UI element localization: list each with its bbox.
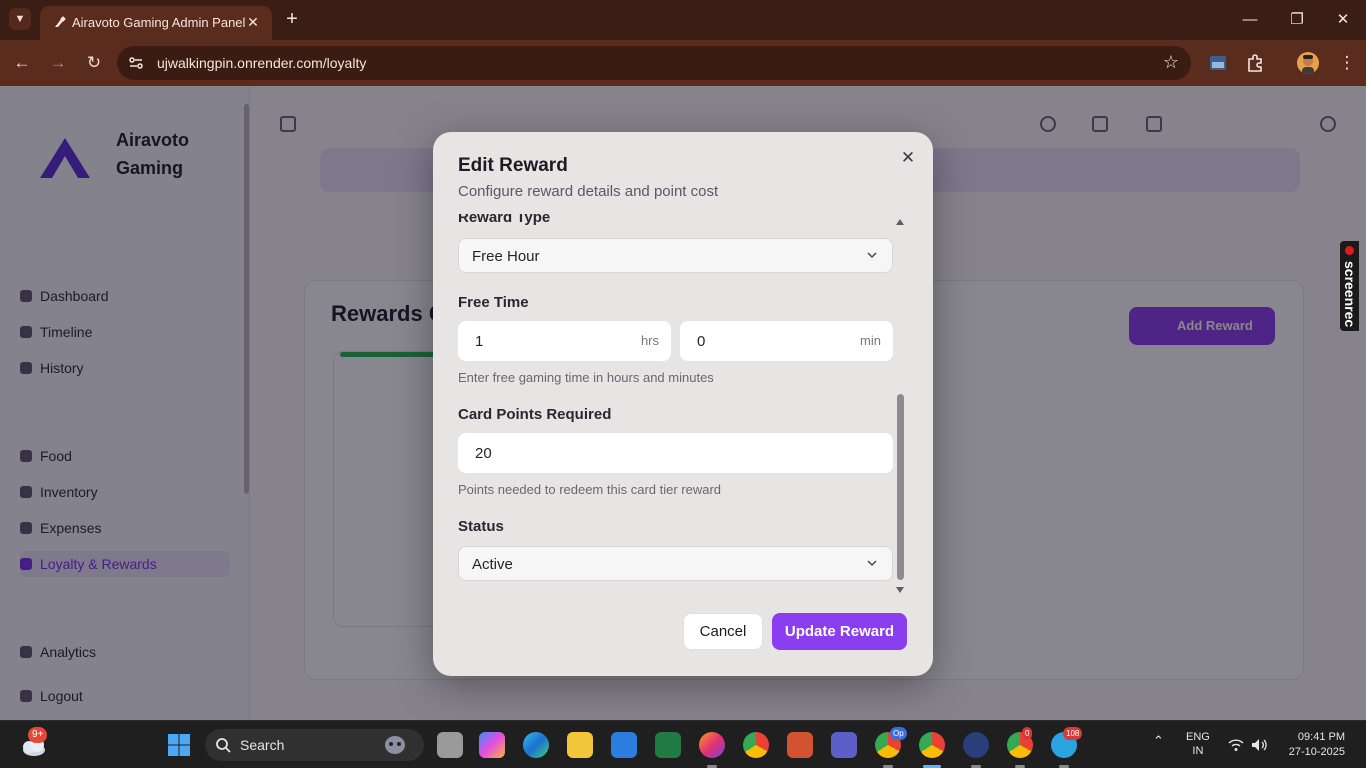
reward-type-value: Free Hour: [472, 248, 540, 265]
powerpoint-icon[interactable]: [787, 732, 813, 758]
firefox-icon[interactable]: [699, 732, 725, 758]
chevron-down-icon: [867, 252, 877, 259]
status-value: Active: [472, 556, 513, 573]
minimize-button[interactable]: —: [1235, 8, 1265, 32]
windows-taskbar: 9+ Search Op 0 108 ⌃ ENG IN 09:41 PM 27-…: [0, 720, 1366, 768]
card-points-help: Points needed to redeem this card tier r…: [458, 482, 722, 497]
back-button[interactable]: ←: [10, 51, 34, 75]
chrome-icon[interactable]: [743, 732, 769, 758]
show-hidden-icons-chevron-icon[interactable]: ⌃: [1153, 733, 1164, 749]
screenrec-label: screenrec: [1342, 261, 1358, 328]
browser-menu-button[interactable]: ⋮: [1335, 51, 1359, 75]
clock[interactable]: 09:41 PM 27-10-2025: [1285, 730, 1345, 760]
region-code: IN: [1192, 745, 1204, 757]
browser-toolbar: ← → ↻ ujwalkingpin.onrender.com/loyalty …: [0, 40, 1366, 86]
tab-search-button[interactable]: ▼: [9, 8, 31, 30]
browser-tab-strip: ▼ Airavoto Gaming Admin Panel ✕ + — ❐ ✕: [0, 0, 1366, 40]
hours-value: 1: [475, 333, 484, 350]
hours-unit: hrs: [640, 333, 659, 348]
weather-badge: 9+: [28, 727, 48, 743]
status-label: Status: [458, 518, 504, 535]
clock-time: 09:41 PM: [1297, 731, 1345, 743]
copilot-icon[interactable]: [479, 732, 505, 758]
minutes-input[interactable]: 0 min: [680, 321, 893, 361]
telegram-badge: 108: [1063, 727, 1083, 740]
url-text[interactable]: ujwalkingpin.onrender.com/loyalty: [157, 55, 366, 71]
tab-favicon-icon: [55, 16, 66, 27]
record-dot-icon: [1345, 246, 1354, 255]
volume-icon[interactable]: [1251, 738, 1269, 752]
language-indicator[interactable]: ENG IN: [1186, 730, 1210, 758]
address-bar[interactable]: ujwalkingpin.onrender.com/loyalty ☆: [117, 46, 1191, 80]
chevron-down-icon: [867, 560, 877, 567]
restore-button[interactable]: ❐: [1282, 8, 1312, 32]
close-window-button[interactable]: ✕: [1328, 8, 1358, 32]
edge-browser-icon[interactable]: [523, 732, 549, 758]
site-settings-icon[interactable]: [127, 54, 145, 72]
windows-start-icon[interactable]: [167, 733, 191, 757]
status-select[interactable]: Active: [458, 546, 893, 581]
card-points-input[interactable]: 20: [458, 433, 893, 473]
bookmark-star-icon[interactable]: ☆: [1163, 52, 1179, 73]
extension-photo-icon[interactable]: [1207, 52, 1229, 74]
tab-title: Airavoto Gaming Admin Panel: [72, 15, 246, 30]
screenrec-widget[interactable]: screenrec: [1340, 241, 1359, 331]
free-time-help: Enter free gaming time in hours and minu…: [458, 370, 714, 385]
edit-reward-dialog: Edit Reward Configure reward details and…: [433, 132, 933, 676]
clock-date: 27-10-2025: [1288, 746, 1345, 758]
minutes-unit: min: [860, 333, 881, 348]
search-highlight-icon: [385, 736, 405, 754]
task-view-icon[interactable]: [437, 732, 463, 758]
file-explorer-icon[interactable]: [567, 732, 593, 758]
dialog-scrollbar[interactable]: [895, 218, 905, 596]
reward-type-label: Reward Type: [458, 214, 551, 226]
chrome-active-profile-icon[interactable]: [919, 732, 945, 758]
minutes-value: 0: [697, 333, 706, 350]
reload-button[interactable]: ↻: [82, 51, 106, 75]
cancel-button[interactable]: Cancel: [683, 613, 763, 650]
scroll-down-arrow-icon[interactable]: [896, 586, 904, 594]
teams-icon[interactable]: [831, 732, 857, 758]
search-icon: [216, 738, 231, 753]
microsoft-store-icon[interactable]: [611, 732, 637, 758]
dialog-title: Edit Reward: [458, 155, 568, 176]
close-icon[interactable]: ✕: [897, 147, 919, 169]
wifi-icon[interactable]: [1228, 738, 1244, 752]
excel-icon[interactable]: [655, 732, 681, 758]
scrollbar-thumb[interactable]: [897, 394, 904, 580]
extensions-puzzle-icon[interactable]: [1244, 52, 1266, 74]
tab-close-icon[interactable]: ✕: [243, 12, 263, 32]
dialog-subtitle: Configure reward details and point cost: [458, 183, 719, 200]
browser-tab-active[interactable]: Airavoto Gaming Admin Panel ✕: [40, 6, 272, 40]
profile-avatar[interactable]: [1297, 52, 1319, 74]
chrome-op-badge: Op: [890, 727, 907, 740]
free-time-label: Free Time: [458, 294, 529, 311]
update-reward-button[interactable]: Update Reward: [772, 613, 907, 650]
scroll-up-arrow-icon[interactable]: [896, 218, 904, 226]
card-points-label: Card Points Required: [458, 406, 612, 423]
hours-input[interactable]: 1 hrs: [458, 321, 671, 361]
new-tab-button[interactable]: +: [282, 9, 302, 29]
forward-button[interactable]: →: [46, 51, 70, 75]
chrome-zero-badge: 0: [1022, 727, 1033, 740]
dialog-form: Reward Type Free Hour Free Time 1 hrs 0 …: [433, 214, 933, 596]
card-points-value: 20: [475, 445, 492, 462]
search-placeholder: Search: [240, 737, 285, 753]
wpm-app-icon[interactable]: [963, 732, 989, 758]
taskbar-search[interactable]: Search: [205, 729, 424, 761]
reward-type-select[interactable]: Free Hour: [458, 238, 893, 273]
language-code: ENG: [1186, 731, 1210, 743]
profile-face-icon: [1302, 55, 1314, 74]
